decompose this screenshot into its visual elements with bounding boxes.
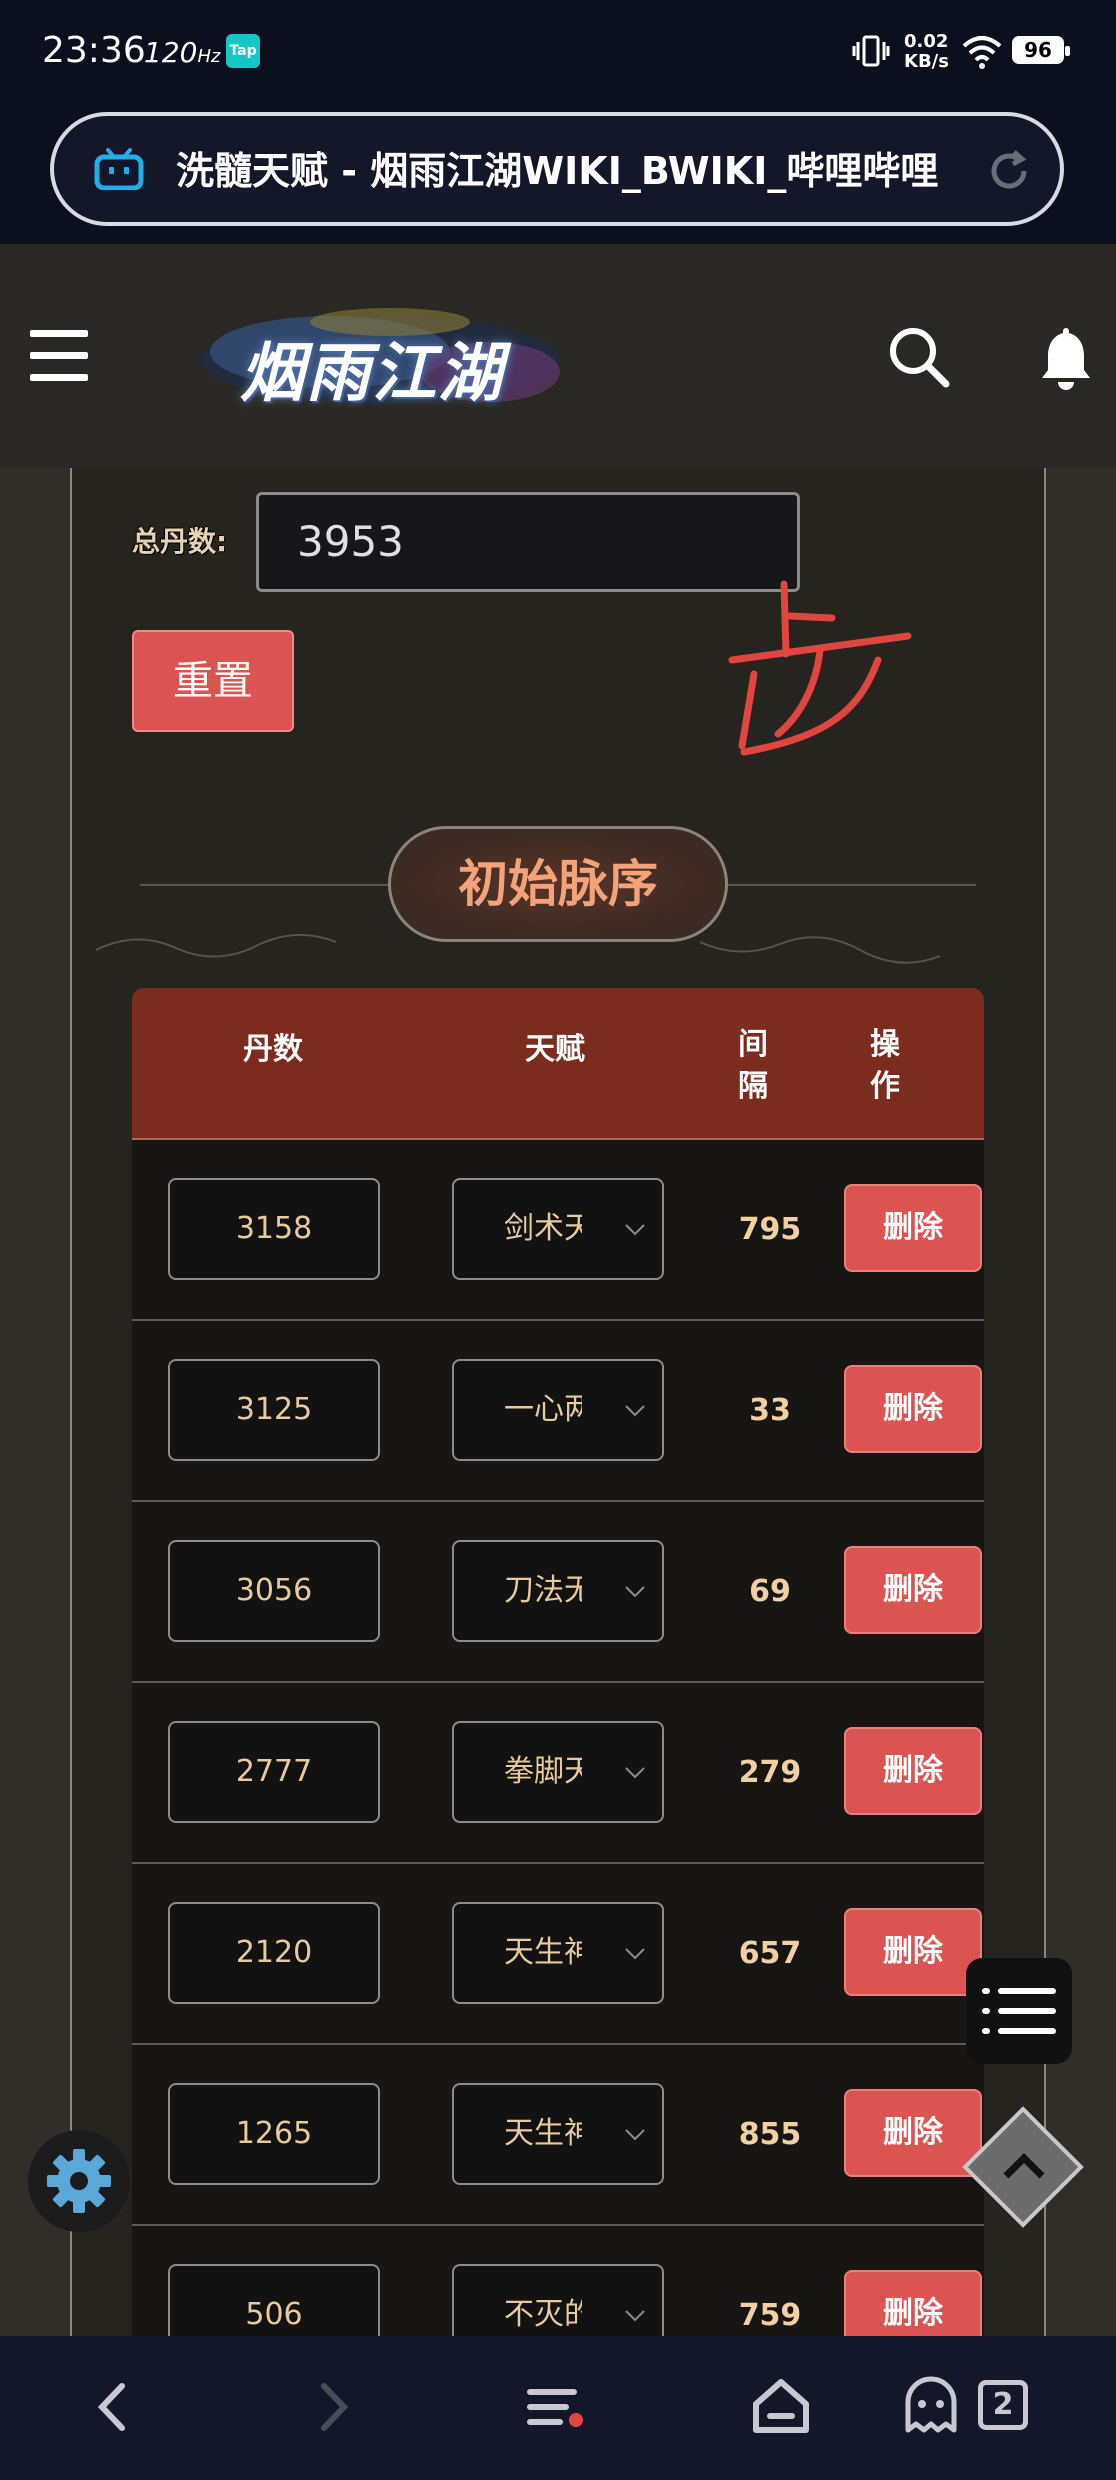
interval-value: 855 <box>738 2117 802 2152</box>
talent-select[interactable]: 刀法无 <box>452 1540 664 1642</box>
menu-icon[interactable] <box>520 2372 590 2442</box>
network-speed: 0.02 KB/s <box>904 31 949 72</box>
wifi-icon <box>962 36 1002 69</box>
interval-value: 33 <box>749 1393 791 1428</box>
chevron-up-icon <box>1003 2153 1045 2179</box>
talent-select[interactable]: 天生神 <box>452 2083 664 2185</box>
delete-button[interactable]: 删除 <box>844 1908 982 1996</box>
delete-button[interactable]: 删除 <box>844 1546 982 1634</box>
search-icon[interactable] <box>886 324 952 390</box>
status-bar: 23:36 120Hz Tap 0.02 KB/s 96 <box>0 0 1116 104</box>
site-header: 烟雨江湖 <box>0 244 1116 468</box>
table-row: 3125 一心两 33 删除 <box>132 1321 984 1502</box>
decorative-wave <box>700 936 941 964</box>
tabs-count-button[interactable]: 2 <box>978 2380 1028 2430</box>
delete-button[interactable]: 删除 <box>844 1365 982 1453</box>
interval-value: 795 <box>738 1212 802 1247</box>
dan-input[interactable]: 3125 <box>168 1359 380 1461</box>
home-icon[interactable] <box>746 2372 816 2442</box>
incognito-ghost-icon[interactable] <box>896 2372 966 2442</box>
meridian-table: 丹数 天赋 间 隔 操 作 3158 剑术天 795 删除 3125 一心两 3… <box>132 988 984 2336</box>
delete-button[interactable]: 删除 <box>844 2270 982 2336</box>
chevron-down-icon <box>625 1948 645 1960</box>
interval-value: 759 <box>738 2298 802 2333</box>
chevron-down-icon <box>625 1224 645 1236</box>
table-row: 2777 拳脚天 279 删除 <box>132 1683 984 1864</box>
column-header-talent: 天赋 <box>525 1032 585 1067</box>
talent-select[interactable]: 一心两 <box>452 1359 664 1461</box>
dan-input[interactable]: 1265 <box>168 2083 380 2185</box>
table-row: 2120 天生神 657 删除 <box>132 1864 984 2045</box>
back-icon[interactable] <box>78 2372 148 2442</box>
forward-icon[interactable] <box>298 2372 368 2442</box>
table-row: 1265 天生神 855 删除 <box>132 2045 984 2226</box>
browser-toolbar: 洗髓天赋 - 烟雨江湖WIKI_BWIKI_哔哩哔哩 <box>0 104 1116 244</box>
table-row: 3056 刀法无 69 删除 <box>132 1502 984 1683</box>
address-bar[interactable]: 洗髓天赋 - 烟雨江湖WIKI_BWIKI_哔哩哔哩 <box>50 112 1064 226</box>
main-content: 总丹数: 3953 重置 步 初始脉序 丹数 天赋 间 隔 操 作 3158 剑… <box>0 468 1116 2336</box>
logo-text: 烟雨江湖 <box>240 336 504 411</box>
decorative-wave <box>96 933 337 958</box>
talent-select[interactable]: 天生神 <box>452 1902 664 2004</box>
dan-input[interactable]: 2777 <box>168 1721 380 1823</box>
gear-icon <box>47 2149 111 2213</box>
chevron-down-icon <box>625 1586 645 1598</box>
handwritten-annotation: 步 <box>728 580 912 756</box>
toc-list-icon[interactable] <box>966 1958 1072 2064</box>
interval-value: 279 <box>738 1755 802 1790</box>
settings-gear-icon[interactable] <box>28 2130 130 2232</box>
refresh-rate: 120Hz <box>144 36 221 69</box>
total-dan-input[interactable]: 3953 <box>256 492 800 592</box>
bell-icon[interactable] <box>1036 324 1096 390</box>
interval-value: 69 <box>749 1574 791 1609</box>
chevron-down-icon <box>625 1405 645 1417</box>
browser-bottom-nav: 2 <box>0 2336 1116 2480</box>
section-header: 初始脉序 <box>388 826 728 942</box>
delete-button[interactable]: 删除 <box>844 1184 982 1272</box>
status-time: 23:36 <box>42 30 146 71</box>
table-row: 3158 剑术天 795 删除 <box>132 1140 984 1321</box>
bilibili-icon <box>94 148 144 190</box>
column-header-action: 操 作 <box>870 1027 900 1104</box>
vibrate-icon <box>852 35 890 67</box>
interval-value: 657 <box>738 1936 802 1971</box>
tap-app-icon: Tap <box>226 34 260 68</box>
battery-indicator: 96 <box>1012 36 1070 64</box>
delete-button[interactable]: 删除 <box>844 1727 982 1815</box>
delete-button[interactable]: 删除 <box>844 2089 982 2177</box>
dan-input[interactable]: 2120 <box>168 1902 380 2004</box>
talent-select[interactable]: 剑术天 <box>452 1178 664 1280</box>
table-row: 506 不灭的 759 删除 <box>132 2226 984 2336</box>
total-dan-label: 总丹数: <box>132 525 228 558</box>
chevron-down-icon <box>625 2129 645 2141</box>
chevron-down-icon <box>625 2310 645 2322</box>
talent-select[interactable]: 拳脚天 <box>452 1721 664 1823</box>
column-header-dan: 丹数 <box>243 1032 303 1067</box>
dan-input[interactable]: 3158 <box>168 1178 380 1280</box>
chevron-down-icon <box>625 1767 645 1779</box>
dan-input[interactable]: 506 <box>168 2264 380 2336</box>
site-logo[interactable]: 烟雨江湖 <box>190 302 570 412</box>
dan-input[interactable]: 3056 <box>168 1540 380 1642</box>
column-header-interval: 间 隔 <box>738 1027 768 1104</box>
reload-icon[interactable] <box>984 146 1034 196</box>
section-title: 初始脉序 <box>458 855 658 913</box>
hamburger-menu-icon[interactable] <box>30 330 92 382</box>
page-title: 洗髓天赋 - 烟雨江湖WIKI_BWIKI_哔哩哔哩 <box>176 149 939 193</box>
reset-button[interactable]: 重置 <box>132 630 294 732</box>
table-header: 丹数 天赋 间 隔 操 作 <box>132 988 984 1140</box>
talent-select[interactable]: 不灭的 <box>452 2264 664 2336</box>
